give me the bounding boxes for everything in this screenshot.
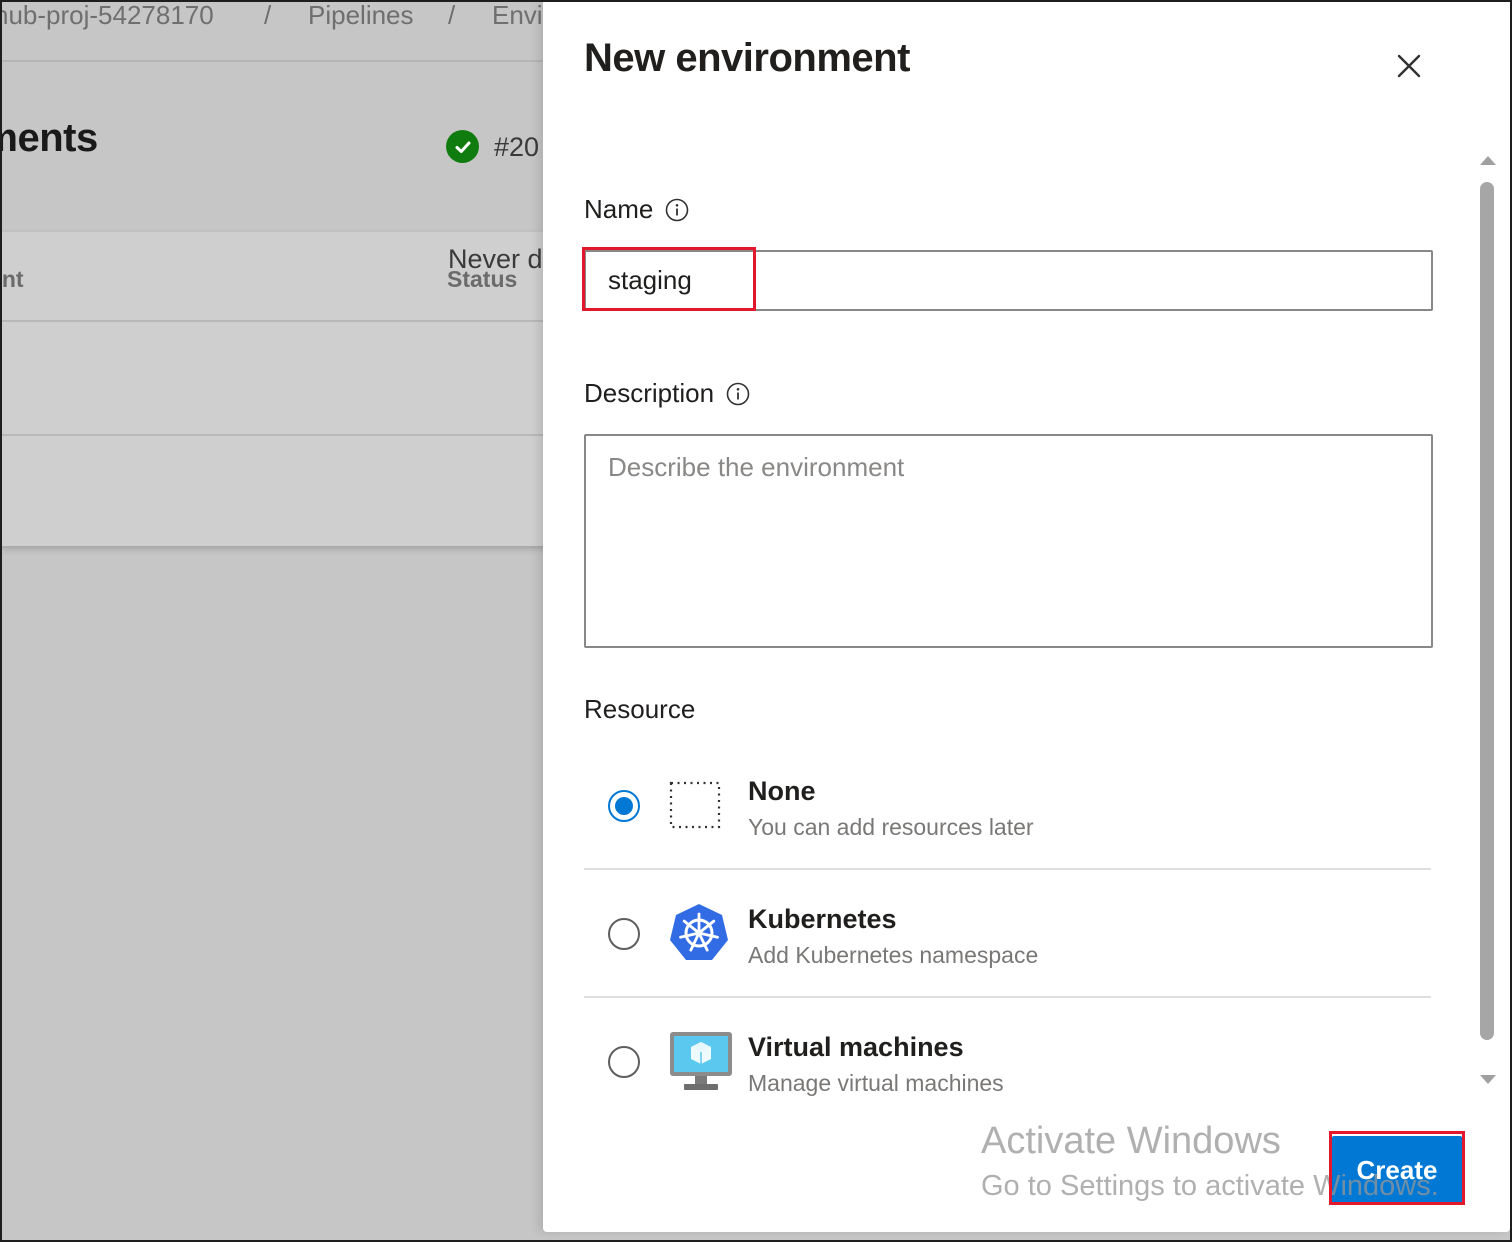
name-label-text: Name <box>584 194 654 224</box>
page-title: Environments <box>0 116 98 161</box>
radio-virtual-machines[interactable] <box>608 1046 640 1078</box>
info-icon[interactable] <box>726 382 750 406</box>
option-subtitle: You can add resources later <box>748 814 1034 840</box>
page-title-text: Environments <box>0 116 98 160</box>
virtual-machine-icon <box>670 1032 732 1090</box>
breadcrumb-separator: / <box>264 0 272 30</box>
panel-scrollbar[interactable] <box>1477 152 1499 1092</box>
option-title: Kubernetes <box>748 904 897 934</box>
create-button[interactable]: Create <box>1332 1136 1462 1204</box>
status-text: Never d <box>448 244 543 274</box>
description-label: Description <box>584 378 750 409</box>
option-title: None <box>748 776 816 806</box>
environments-table: Environment Status <box>0 232 560 546</box>
breadcrumb: hub-proj-54278170 / Pipelines / Envi <box>0 0 560 62</box>
option-title: Virtual machines <box>748 1032 964 1062</box>
close-icon <box>1397 54 1421 78</box>
close-button[interactable] <box>1391 48 1427 84</box>
background-page: hub-proj-54278170 / Pipelines / Envi Env… <box>0 0 560 1242</box>
description-label-text: Description <box>584 378 715 408</box>
panel-title: New environment <box>584 36 910 80</box>
resource-option-virtual-machines[interactable]: Virtual machines Manage virtual machines <box>584 998 1431 1126</box>
radio-kubernetes[interactable] <box>608 918 640 950</box>
activate-windows-watermark: Activate Windows <box>981 1120 1281 1162</box>
resource-label: Resource <box>584 694 696 724</box>
status-run-link[interactable]: #20 <box>494 132 539 163</box>
column-header-environment: Environment <box>0 266 24 292</box>
success-check-icon <box>446 130 479 163</box>
breadcrumb-environments[interactable]: Envi <box>492 0 543 30</box>
scroll-down-arrow-icon[interactable] <box>1480 1075 1496 1084</box>
breadcrumb-separator: / <box>448 0 456 30</box>
table-row[interactable] <box>0 322 560 436</box>
info-icon[interactable] <box>665 198 689 222</box>
breadcrumb-project[interactable]: hub-proj-54278170 <box>0 0 214 30</box>
resource-option-kubernetes[interactable]: Kubernetes Add Kubernetes namespace <box>584 870 1431 998</box>
new-environment-panel: New environment Name Description Resourc… <box>543 2 1510 1232</box>
scroll-up-arrow-icon[interactable] <box>1480 156 1496 165</box>
option-subtitle: Manage virtual machines <box>748 1070 1004 1096</box>
kubernetes-icon <box>670 904 728 960</box>
scroll-thumb[interactable] <box>1480 182 1494 1040</box>
dotted-square-icon <box>669 781 721 829</box>
option-subtitle: Add Kubernetes namespace <box>748 942 1039 968</box>
name-field[interactable] <box>584 250 1433 311</box>
breadcrumb-pipelines[interactable]: Pipelines <box>308 0 414 30</box>
radio-none[interactable] <box>608 790 640 822</box>
description-field[interactable] <box>584 434 1433 648</box>
name-label: Name <box>584 194 689 225</box>
resource-option-none[interactable]: None You can add resources later <box>584 742 1431 870</box>
